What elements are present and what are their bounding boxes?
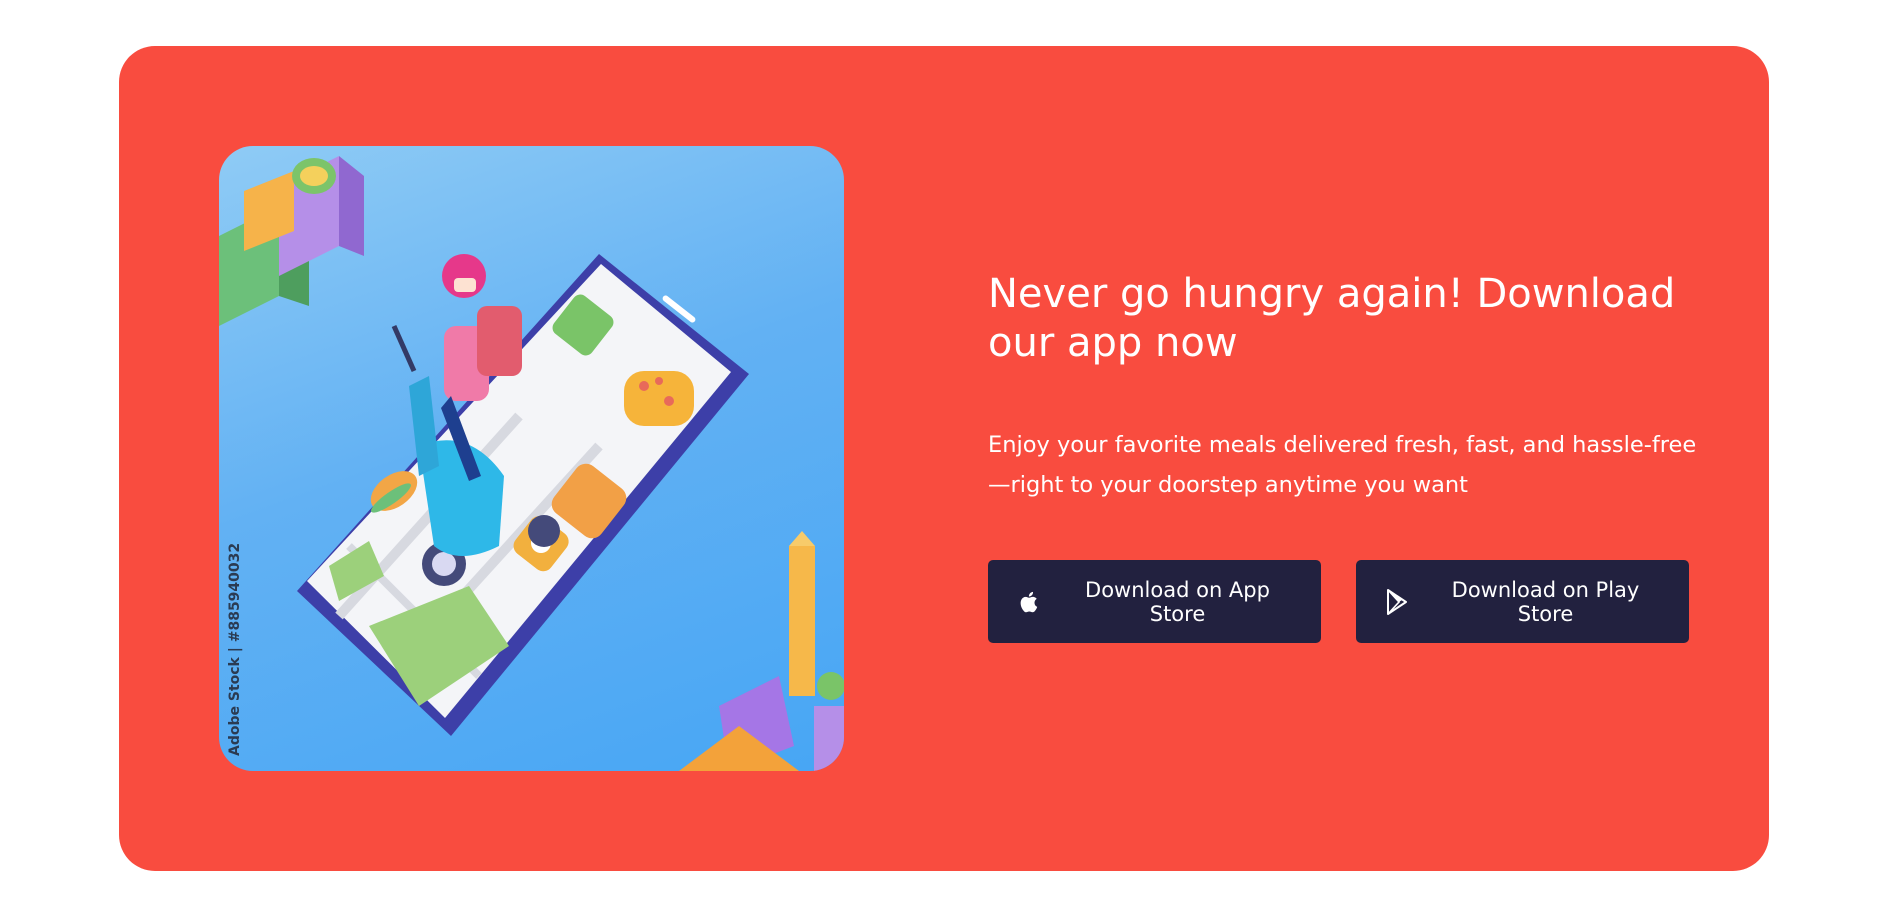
- food-boxes-bottom-right-icon: [679, 531, 844, 771]
- banner-content: Never go hungry again! Download our app …: [988, 270, 1708, 505]
- delivery-illustration: Adobe Stock | #885940032: [219, 146, 844, 771]
- watermark-text: Adobe Stock | #885940032: [227, 543, 243, 756]
- banner-headline: Never go hungry again! Download our app …: [988, 271, 1676, 366]
- apple-icon: [1018, 589, 1042, 615]
- banner-subtext: Enjoy your favorite meals delivered fres…: [988, 432, 1697, 498]
- app-store-button[interactable]: Download on App Store: [988, 560, 1321, 643]
- app-store-button-label: Download on App Store: [1085, 577, 1270, 626]
- play-store-icon: [1386, 588, 1410, 615]
- smartphone-icon: [297, 254, 749, 736]
- store-buttons: Download on App Store Download on Play S…: [988, 560, 1689, 643]
- food-boxes-top-left-icon: [219, 156, 364, 326]
- play-store-button[interactable]: Download on Play Store: [1356, 560, 1689, 643]
- play-store-button-label: Download on Play Store: [1451, 577, 1640, 626]
